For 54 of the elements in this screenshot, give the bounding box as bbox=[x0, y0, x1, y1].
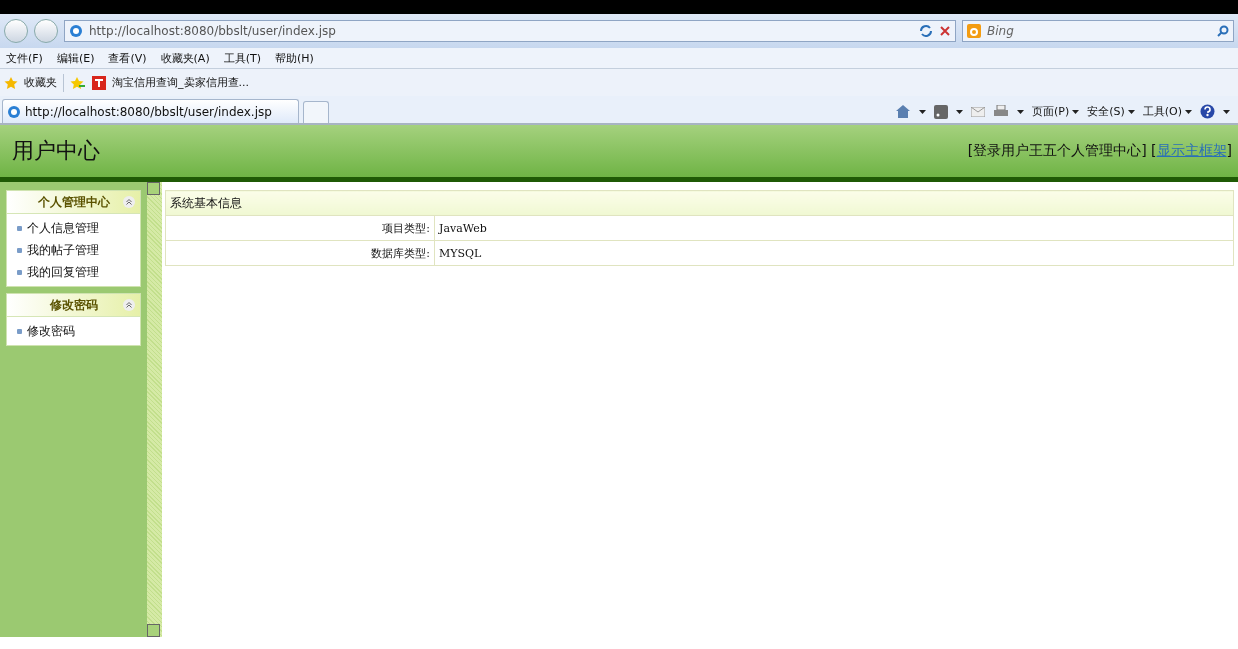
collapse-icon[interactable] bbox=[123, 196, 135, 208]
user-info: [登录用户王五个人管理中心] [ bbox=[967, 142, 1157, 160]
caret-icon[interactable] bbox=[1223, 109, 1230, 114]
search-field[interactable]: Bing bbox=[962, 20, 1234, 42]
menu-item[interactable]: 查看(V) bbox=[108, 50, 147, 66]
menu-item[interactable]: 工具(T) bbox=[223, 50, 261, 66]
sidebar-link[interactable]: 我的回复管理 bbox=[27, 263, 99, 281]
close-icon[interactable] bbox=[939, 25, 951, 37]
command-menu[interactable]: 安全(S) bbox=[1087, 104, 1135, 119]
page-title: 用户中心 bbox=[12, 137, 100, 165]
bracket-text: ] bbox=[1226, 142, 1232, 160]
toggle-button[interactable] bbox=[147, 182, 160, 195]
field-label: 项目类型: bbox=[165, 215, 435, 241]
feed-icon[interactable] bbox=[933, 104, 948, 119]
caret-icon[interactable] bbox=[918, 109, 926, 114]
collapse-icon[interactable] bbox=[123, 299, 135, 311]
sidebar-link[interactable]: 我的帖子管理 bbox=[27, 241, 99, 259]
menu-item[interactable]: 文件(F) bbox=[6, 50, 43, 66]
search-icon[interactable] bbox=[1217, 25, 1229, 37]
home-icon[interactable] bbox=[894, 104, 911, 119]
caret-icon[interactable] bbox=[1016, 109, 1024, 114]
menu-item[interactable]: 帮助(H) bbox=[275, 50, 314, 66]
command-menu[interactable]: 工具(O) bbox=[1142, 104, 1192, 119]
browser-icon bbox=[7, 104, 21, 119]
caret-icon bbox=[1072, 109, 1080, 114]
search-engine-icon bbox=[967, 24, 981, 38]
caret-icon bbox=[1185, 109, 1192, 114]
scroll-button[interactable] bbox=[147, 624, 160, 637]
address-field[interactable]: http://localhost:8080/bbslt/user/index.jsp bbox=[64, 20, 956, 42]
table-title: 系统基本信息 bbox=[165, 190, 1234, 216]
browser-icon bbox=[69, 24, 83, 38]
caret-icon[interactable] bbox=[955, 109, 963, 114]
favorites-button[interactable]: 收藏夹 bbox=[24, 75, 57, 90]
star-icon[interactable] bbox=[4, 75, 18, 90]
menu-item[interactable]: 编辑(E) bbox=[56, 50, 95, 66]
menu-item[interactable]: 收藏夹(A) bbox=[160, 50, 210, 66]
bullet-icon bbox=[17, 225, 22, 231]
bullet-icon bbox=[17, 247, 22, 253]
refresh-icon[interactable] bbox=[919, 24, 933, 38]
caret-icon bbox=[1127, 109, 1135, 114]
browser-tab[interactable]: http://localhost:8080/bbslt/user/index.jsp bbox=[2, 99, 299, 123]
sidebar-link[interactable]: 个人信息管理 bbox=[27, 219, 99, 237]
field-value: MYSQL bbox=[434, 240, 1234, 266]
bullet-icon bbox=[17, 328, 22, 334]
add-favorite-icon[interactable] bbox=[70, 75, 86, 90]
site-icon bbox=[92, 75, 106, 90]
field-value: JavaWeb bbox=[434, 215, 1234, 241]
favorite-link[interactable]: 淘宝信用查询_卖家信用查... bbox=[112, 75, 249, 90]
printer-icon[interactable] bbox=[992, 104, 1009, 119]
command-menu[interactable]: 页面(P) bbox=[1031, 104, 1080, 119]
bullet-icon bbox=[17, 269, 22, 275]
field-label: 数据库类型: bbox=[165, 240, 435, 266]
sidebar-link[interactable]: 修改密码 bbox=[27, 322, 75, 340]
help-icon[interactable] bbox=[1200, 104, 1215, 119]
